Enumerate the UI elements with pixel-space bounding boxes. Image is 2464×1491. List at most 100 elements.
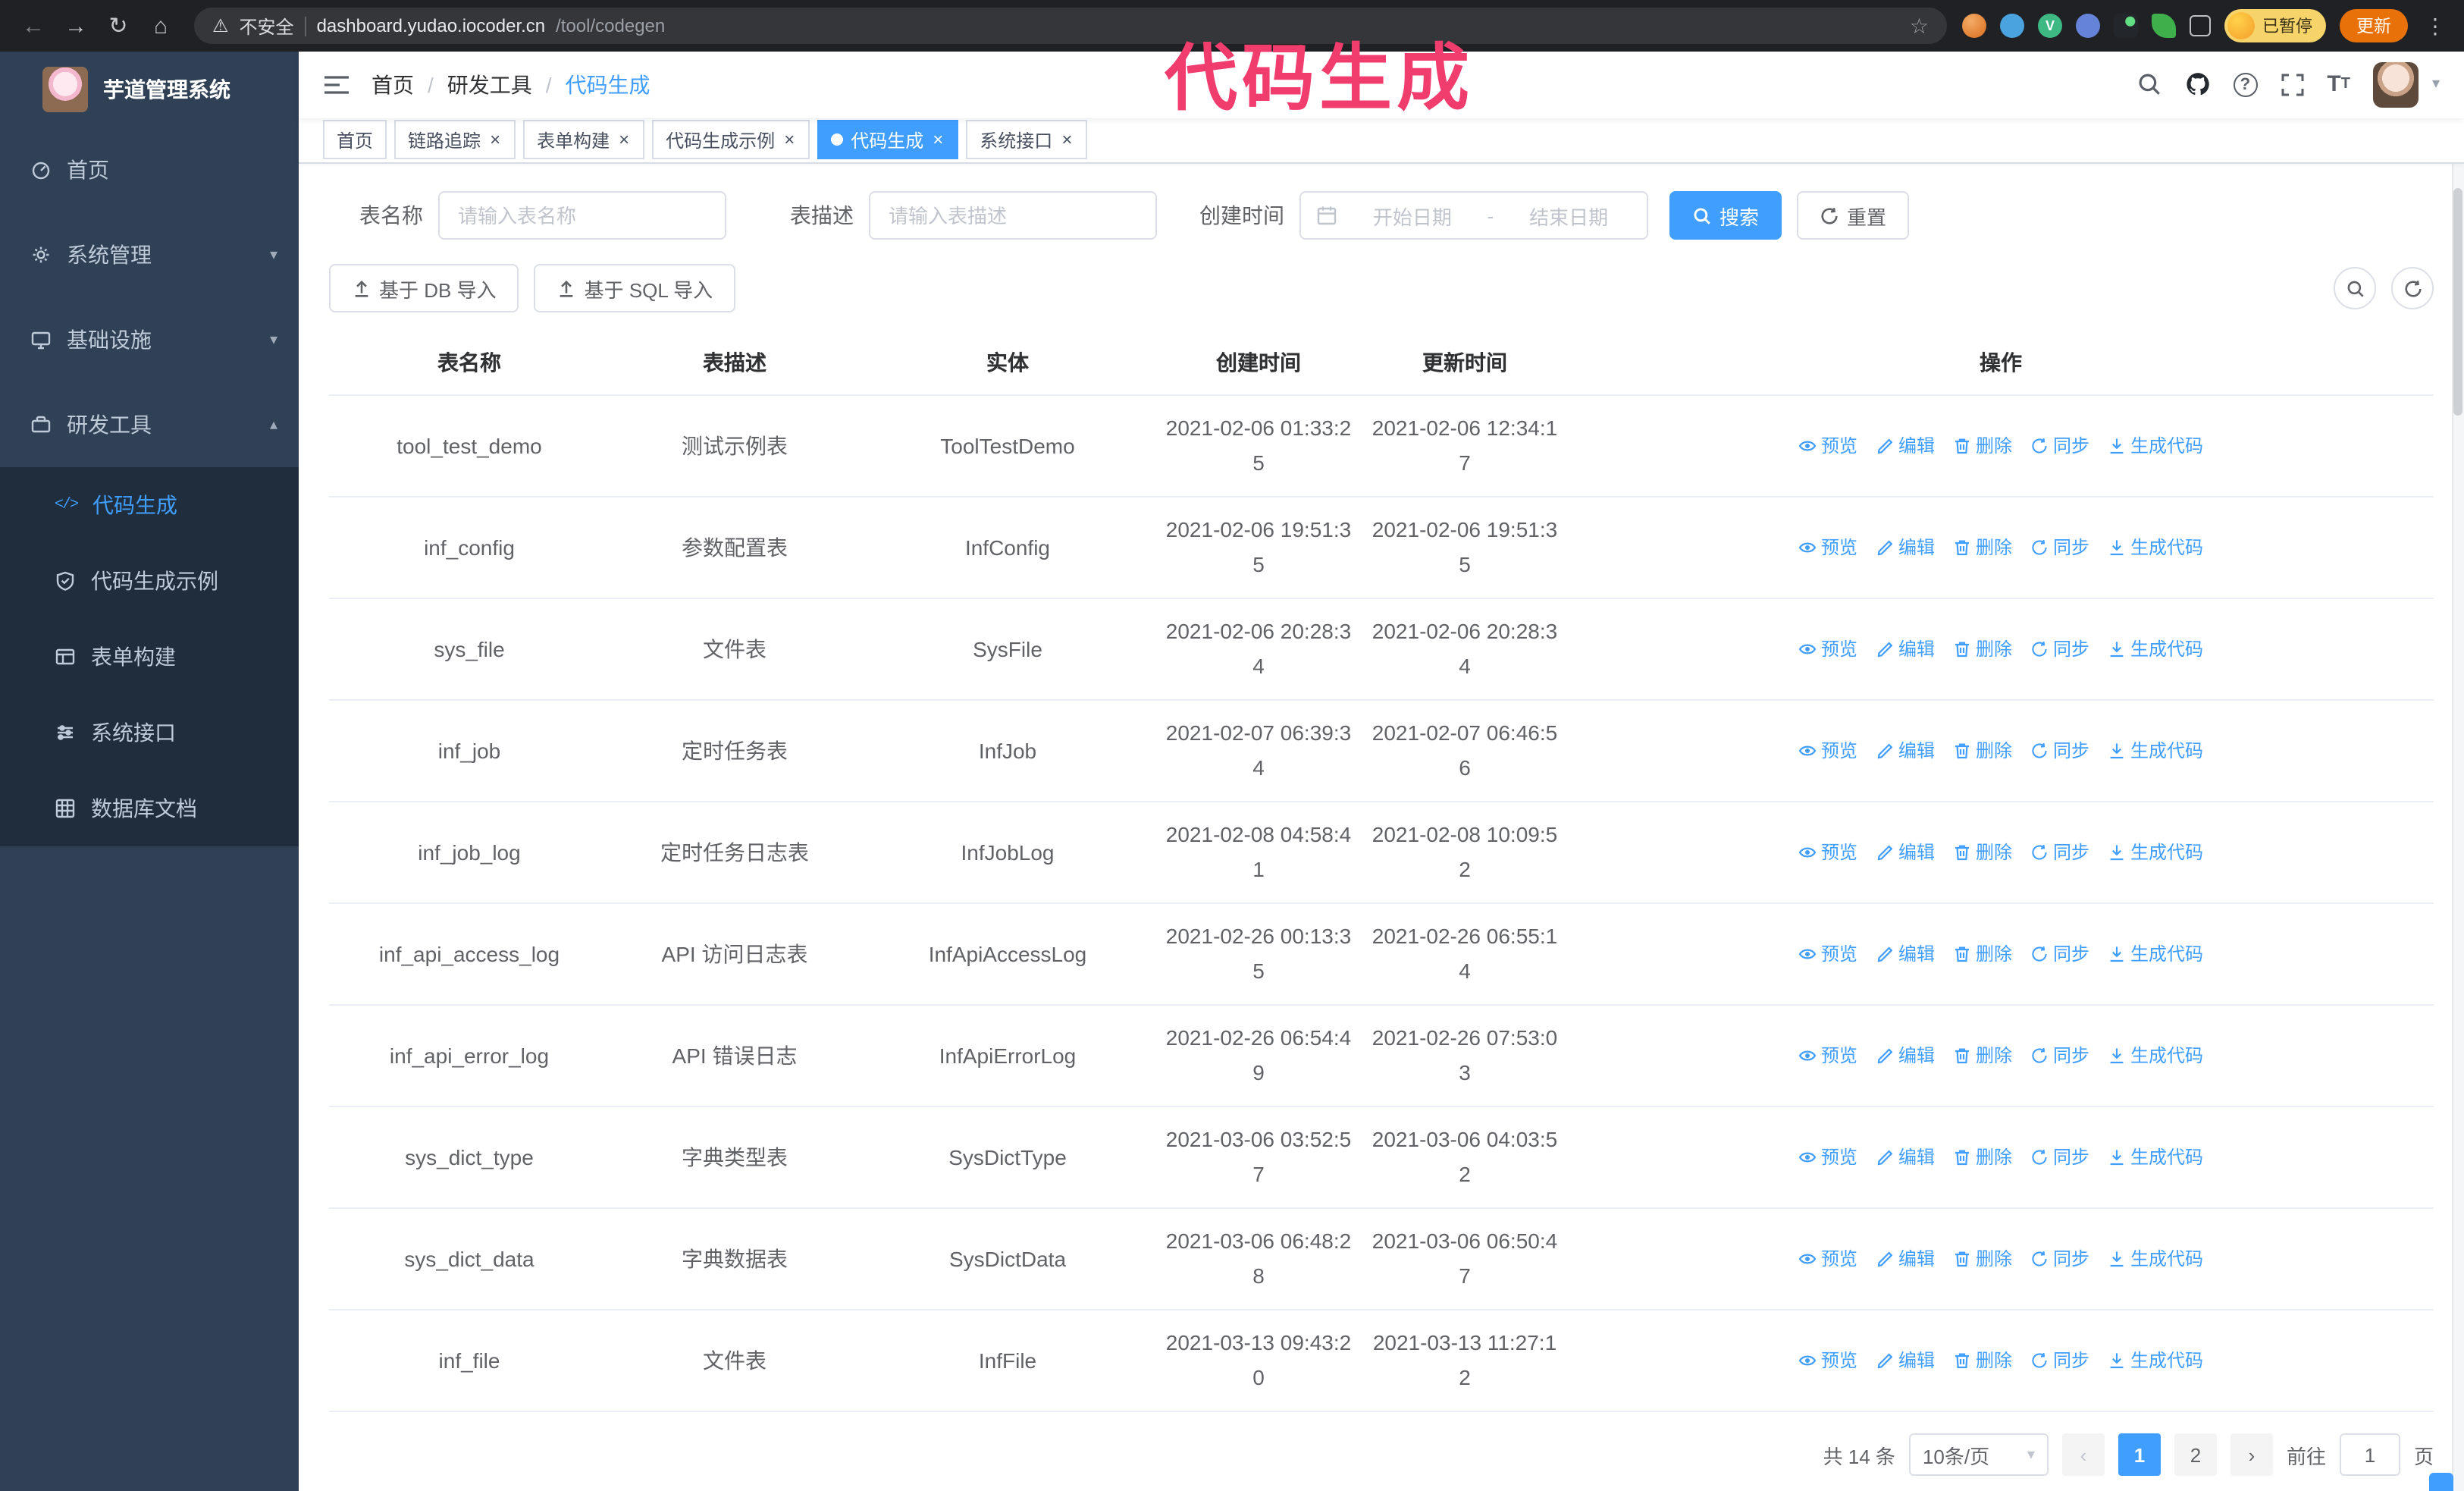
preview-link[interactable]: 预览	[1798, 1047, 1857, 1065]
edit-link[interactable]: 编辑	[1876, 1148, 1935, 1166]
breadcrumb-home[interactable]: 首页	[371, 70, 414, 100]
generate-code-link[interactable]: 生成代码	[2108, 640, 2203, 658]
extensions-puzzle-icon[interactable]	[2190, 15, 2211, 36]
tab-trace[interactable]: 链路追踪 ×	[394, 120, 516, 160]
import-sql-button[interactable]: 基于 SQL 导入	[534, 264, 736, 312]
generate-code-link[interactable]: 生成代码	[2108, 1047, 2203, 1065]
sidebar-item-system[interactable]: 系统管理 ▾	[0, 212, 299, 297]
table-name-input[interactable]	[438, 191, 726, 240]
tab-system-api[interactable]: 系统接口 ×	[966, 120, 1088, 160]
breadcrumb-dev-tools[interactable]: 研发工具	[447, 70, 532, 100]
fullscreen-icon[interactable]	[2280, 73, 2304, 97]
sync-link[interactable]: 同步	[2030, 538, 2089, 557]
sidebar-item-system-api[interactable]: 系统接口	[0, 695, 299, 771]
edit-link[interactable]: 编辑	[1876, 843, 1935, 862]
preview-link[interactable]: 预览	[1798, 742, 1857, 760]
delete-link[interactable]: 删除	[1953, 1351, 2012, 1370]
close-icon[interactable]: ×	[488, 131, 502, 149]
reset-button[interactable]: 重置	[1797, 191, 1910, 240]
preview-link[interactable]: 预览	[1798, 843, 1857, 862]
preview-link[interactable]: 预览	[1798, 437, 1857, 455]
close-icon[interactable]: ×	[931, 131, 945, 149]
edit-link[interactable]: 编辑	[1876, 640, 1935, 658]
table-desc-input[interactable]	[869, 191, 1157, 240]
hamburger-icon[interactable]	[323, 73, 350, 97]
generate-code-link[interactable]: 生成代码	[2108, 742, 2203, 760]
user-avatar[interactable]	[2372, 61, 2419, 108]
preview-link[interactable]: 预览	[1798, 945, 1857, 963]
delete-link[interactable]: 删除	[1953, 1250, 2012, 1268]
preview-link[interactable]: 预览	[1798, 640, 1857, 658]
font-size-icon[interactable]: TT	[2327, 74, 2350, 96]
browser-back-icon[interactable]: ←	[15, 13, 52, 39]
page-button-1[interactable]: 1	[2118, 1433, 2161, 1476]
search-icon[interactable]	[2136, 72, 2161, 98]
delete-link[interactable]: 删除	[1953, 1047, 2012, 1065]
tab-form-builder[interactable]: 表单构建 ×	[523, 120, 645, 160]
browser-extension-icon[interactable]	[2114, 14, 2138, 38]
generate-code-link[interactable]: 生成代码	[2108, 945, 2203, 963]
sidebar-item-db-docs[interactable]: 数据库文档	[0, 771, 299, 846]
edit-link[interactable]: 编辑	[1876, 1351, 1935, 1370]
sync-link[interactable]: 同步	[2030, 1351, 2089, 1370]
prev-page-button[interactable]: ‹	[2061, 1433, 2105, 1476]
toggle-search-button[interactable]	[2334, 267, 2376, 309]
sync-link[interactable]: 同步	[2030, 843, 2089, 862]
tab-codegen[interactable]: 代码生成 ×	[817, 120, 959, 160]
generate-code-link[interactable]: 生成代码	[2108, 1148, 2203, 1166]
sync-link[interactable]: 同步	[2030, 640, 2089, 658]
delete-link[interactable]: 删除	[1953, 640, 2012, 658]
browser-extension-icon[interactable]	[2152, 14, 2176, 38]
page-button-2[interactable]: 2	[2174, 1433, 2217, 1476]
delete-link[interactable]: 删除	[1953, 538, 2012, 557]
browser-profile-badge[interactable]: 已暂停	[2224, 9, 2326, 42]
close-icon[interactable]: ×	[1060, 131, 1074, 149]
floating-corner-button[interactable]	[2429, 1473, 2453, 1491]
sidebar-item-infrastructure[interactable]: 基础设施 ▾	[0, 297, 299, 382]
generate-code-link[interactable]: 生成代码	[2108, 1250, 2203, 1268]
sync-link[interactable]: 同步	[2030, 1047, 2089, 1065]
app-logo[interactable]: 芋道管理系统	[0, 52, 299, 127]
sidebar-item-home[interactable]: 首页	[0, 127, 299, 212]
scrollbar-thumb[interactable]	[2453, 188, 2462, 416]
preview-link[interactable]: 预览	[1798, 1250, 1857, 1268]
browser-forward-icon[interactable]: →	[58, 13, 94, 39]
sidebar-item-dev-tools[interactable]: 研发工具 ▴	[0, 382, 299, 467]
generate-code-link[interactable]: 生成代码	[2108, 1351, 2203, 1370]
edit-link[interactable]: 编辑	[1876, 945, 1935, 963]
refresh-table-button[interactable]	[2391, 267, 2434, 309]
github-icon[interactable]	[2184, 72, 2210, 98]
page-size-select[interactable]: 10条/页 ▾	[1908, 1433, 2049, 1476]
generate-code-link[interactable]: 生成代码	[2108, 843, 2203, 862]
browser-reload-icon[interactable]: ↻	[100, 12, 136, 39]
browser-home-icon[interactable]: ⌂	[143, 13, 179, 39]
sync-link[interactable]: 同步	[2030, 945, 2089, 963]
address-bar[interactable]: ⚠ 不安全 dashboard.yudao.iocoder.cn /tool/c…	[194, 8, 1947, 44]
help-icon[interactable]: ?	[2233, 72, 2258, 97]
tab-home[interactable]: 首页	[323, 120, 387, 160]
sync-link[interactable]: 同步	[2030, 437, 2089, 455]
browser-extension-icon[interactable]	[1962, 14, 1986, 38]
generate-code-link[interactable]: 生成代码	[2108, 437, 2203, 455]
date-range-picker[interactable]: 开始日期 - 结束日期	[1299, 191, 1648, 240]
delete-link[interactable]: 删除	[1953, 437, 2012, 455]
security-label[interactable]: 不安全	[240, 13, 294, 39]
browser-extension-icon[interactable]	[2076, 14, 2100, 38]
sync-link[interactable]: 同步	[2030, 1250, 2089, 1268]
edit-link[interactable]: 编辑	[1876, 1250, 1935, 1268]
next-page-button[interactable]: ›	[2230, 1433, 2273, 1476]
delete-link[interactable]: 删除	[1953, 742, 2012, 760]
browser-menu-icon[interactable]: ⋮	[2422, 13, 2449, 39]
page-goto-input[interactable]	[2339, 1433, 2400, 1476]
preview-link[interactable]: 预览	[1798, 1351, 1857, 1370]
sidebar-item-form-builder[interactable]: 表单构建	[0, 619, 299, 695]
close-icon[interactable]: ×	[782, 131, 796, 149]
preview-link[interactable]: 预览	[1798, 538, 1857, 557]
avatar-caret-icon[interactable]: ▾	[2432, 77, 2440, 93]
page-scrollbar[interactable]	[2452, 52, 2464, 1491]
sync-link[interactable]: 同步	[2030, 742, 2089, 760]
close-icon[interactable]: ×	[617, 131, 631, 149]
edit-link[interactable]: 编辑	[1876, 437, 1935, 455]
sidebar-item-codegen[interactable]: </> 代码生成	[0, 467, 299, 543]
delete-link[interactable]: 删除	[1953, 1148, 2012, 1166]
